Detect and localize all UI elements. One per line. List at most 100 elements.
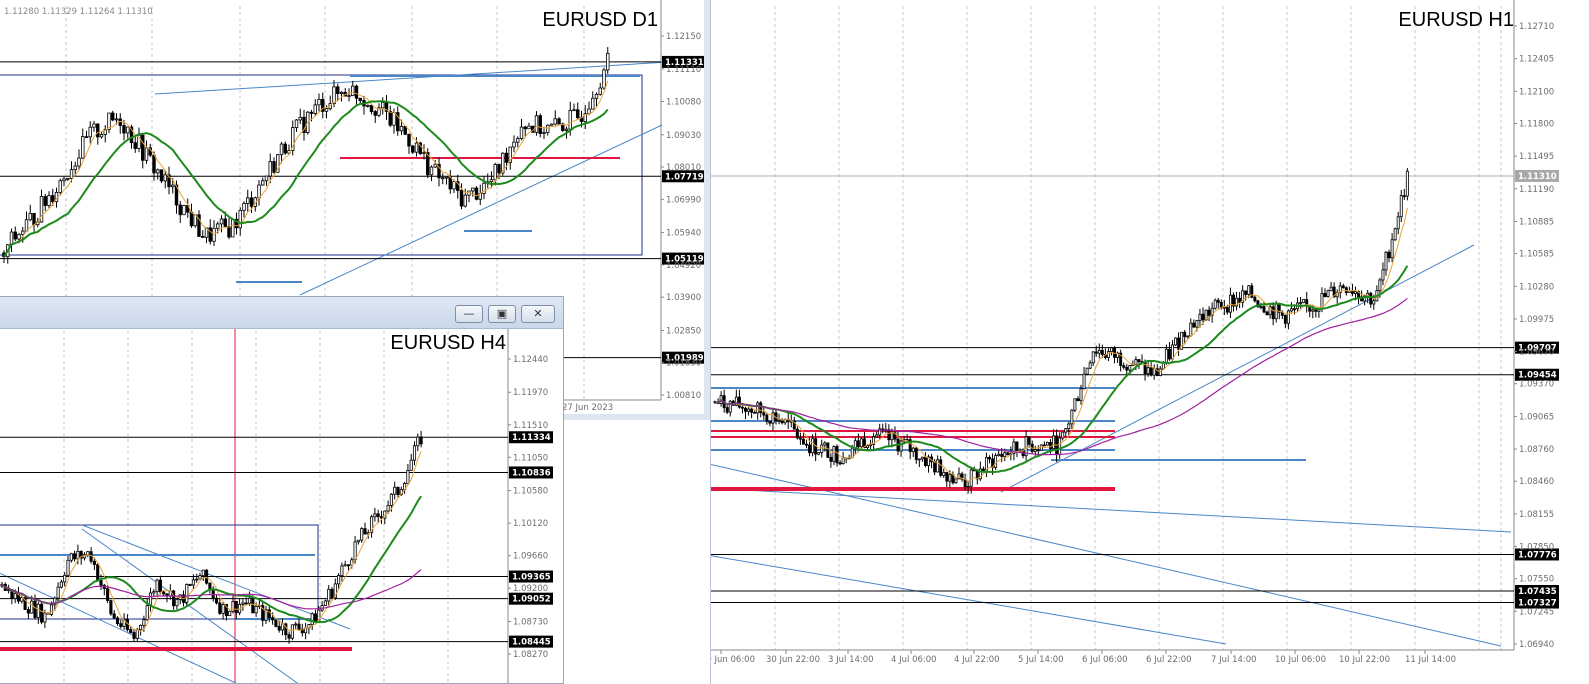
- time-tick-label: 7 Jul 14:00: [1211, 655, 1257, 665]
- candle-body: [218, 602, 222, 614]
- candle-body: [340, 565, 344, 576]
- candle-body: [1216, 299, 1220, 303]
- candle-body: [1125, 366, 1129, 371]
- price-tick-label: 1.10885: [1519, 217, 1554, 227]
- candle-body: [407, 133, 411, 147]
- candle-body: [1387, 251, 1391, 259]
- price-tick-label: 1.12405: [1519, 55, 1554, 65]
- price-axis: 1.12440 1.11970 1.11510 1.11050 1.10580 1.101…: [508, 355, 548, 660]
- candle-body: [1299, 302, 1303, 304]
- candle-body: [77, 157, 81, 167]
- candle-body: [195, 578, 199, 581]
- candle-body: [850, 447, 854, 459]
- candle-body: [84, 136, 89, 139]
- candle-body: [744, 407, 747, 412]
- candle-body: [231, 218, 235, 238]
- candle-body: [808, 444, 812, 454]
- candle-body: [366, 104, 370, 107]
- candle-body: [343, 564, 347, 567]
- candle-body: [1311, 309, 1315, 312]
- ohlc-readout: 1.11280 1.11329 1.11264 1.11310: [4, 7, 153, 17]
- candle-body: [376, 513, 380, 518]
- candle-body: [750, 408, 754, 413]
- candle-body: [17, 233, 21, 240]
- price-tick-label: 1.07245: [1519, 607, 1554, 617]
- candle-body: [86, 551, 90, 556]
- candle-body: [433, 163, 437, 168]
- price-tick-label: 1.12440: [513, 355, 548, 365]
- candle-body: [1314, 309, 1318, 312]
- time-tick-label: 4 Jul 22:00: [954, 655, 1000, 665]
- candle-body: [416, 436, 420, 447]
- candle-body: [1323, 293, 1327, 298]
- time-tick-label: 5 Jul 14:00: [1018, 655, 1064, 665]
- candle-body: [1152, 368, 1156, 376]
- candle-body: [1201, 313, 1205, 321]
- candle-body: [156, 169, 160, 174]
- candle-body: [777, 419, 781, 422]
- chart-window-eurusd-h1[interactable]: 1.11310 1.09707 1.09454 1.07776 1.07435 1.073…: [710, 0, 1589, 684]
- candle-body: [591, 97, 595, 110]
- candle-body: [198, 575, 202, 580]
- candle-body: [148, 592, 153, 607]
- candle-body: [56, 586, 60, 599]
- candle-body: [193, 214, 197, 227]
- candle-body: [66, 559, 70, 576]
- candle-body: [40, 603, 44, 623]
- candle-body: [419, 436, 423, 445]
- candle-body: [1283, 314, 1287, 324]
- close-icon[interactable]: ✕: [521, 305, 555, 323]
- candle-body: [327, 588, 331, 602]
- candle-body: [1128, 365, 1132, 371]
- candle-body: [444, 176, 449, 179]
- minimize-icon[interactable]: —: [455, 305, 483, 323]
- candle-body: [28, 213, 32, 221]
- candle-body: [1000, 453, 1004, 457]
- price-tick-label: 1.08270: [513, 650, 548, 660]
- candle-body: [1183, 331, 1187, 338]
- candle-body: [115, 617, 120, 625]
- candle-body: [523, 126, 527, 130]
- candle-body: [1006, 452, 1010, 455]
- chart-canvas-h1[interactable]: 1.113101.097071.094541.077761.074351.073…: [711, 0, 1589, 684]
- candle-body: [274, 619, 278, 627]
- candle-body: [1354, 291, 1357, 294]
- time-tick-label: 30 Jun 22:00: [766, 655, 820, 665]
- candle-body: [1149, 367, 1153, 376]
- candle-body: [231, 601, 235, 612]
- candle-body: [587, 108, 591, 115]
- candle-body: [139, 624, 143, 631]
- time-tick-label: 6 Jul 06:00: [1082, 655, 1128, 665]
- candle-body: [178, 204, 182, 216]
- candle-body: [1302, 299, 1306, 303]
- price-tag-label: 1.09052: [512, 595, 551, 605]
- candle-body: [109, 600, 113, 615]
- candle-body: [373, 111, 377, 116]
- candle-body: [1326, 290, 1330, 298]
- chart-window-eurusd-h4[interactable]: — ▣ ✕ 1.11334 1.10836 1.09365 1.09052 1.0844…: [0, 296, 564, 684]
- candle-body: [294, 623, 298, 626]
- chart-canvas-h4[interactable]: 1.11334 1.10836 1.09365 1.09052 1.08445 1.12…: [0, 329, 564, 684]
- price-tag-label: 1.11310: [1518, 172, 1557, 182]
- candle-body: [129, 629, 133, 633]
- trend-channel-line: [711, 555, 1227, 645]
- candle-body: [59, 581, 63, 588]
- price-tick-label: 1.00810: [666, 391, 701, 401]
- candle-body: [189, 211, 194, 227]
- candle-body: [49, 604, 54, 615]
- candle-body: [753, 411, 757, 414]
- candle-body: [406, 470, 410, 484]
- candle-body: [474, 187, 479, 200]
- candle-body: [39, 196, 44, 223]
- candle-body: [99, 580, 103, 586]
- restore-icon[interactable]: ▣: [488, 305, 516, 323]
- candle-body: [411, 145, 415, 153]
- candle-body: [1213, 299, 1217, 309]
- price-tag-label: 1.10836: [512, 468, 551, 478]
- chart-title: EURUSD H1: [1398, 9, 1514, 31]
- candle-body: [356, 539, 360, 543]
- candle-body: [546, 124, 550, 133]
- candle-body: [1186, 335, 1190, 338]
- candle-body: [1381, 269, 1385, 281]
- window-titlebar[interactable]: — ▣ ✕: [0, 297, 563, 329]
